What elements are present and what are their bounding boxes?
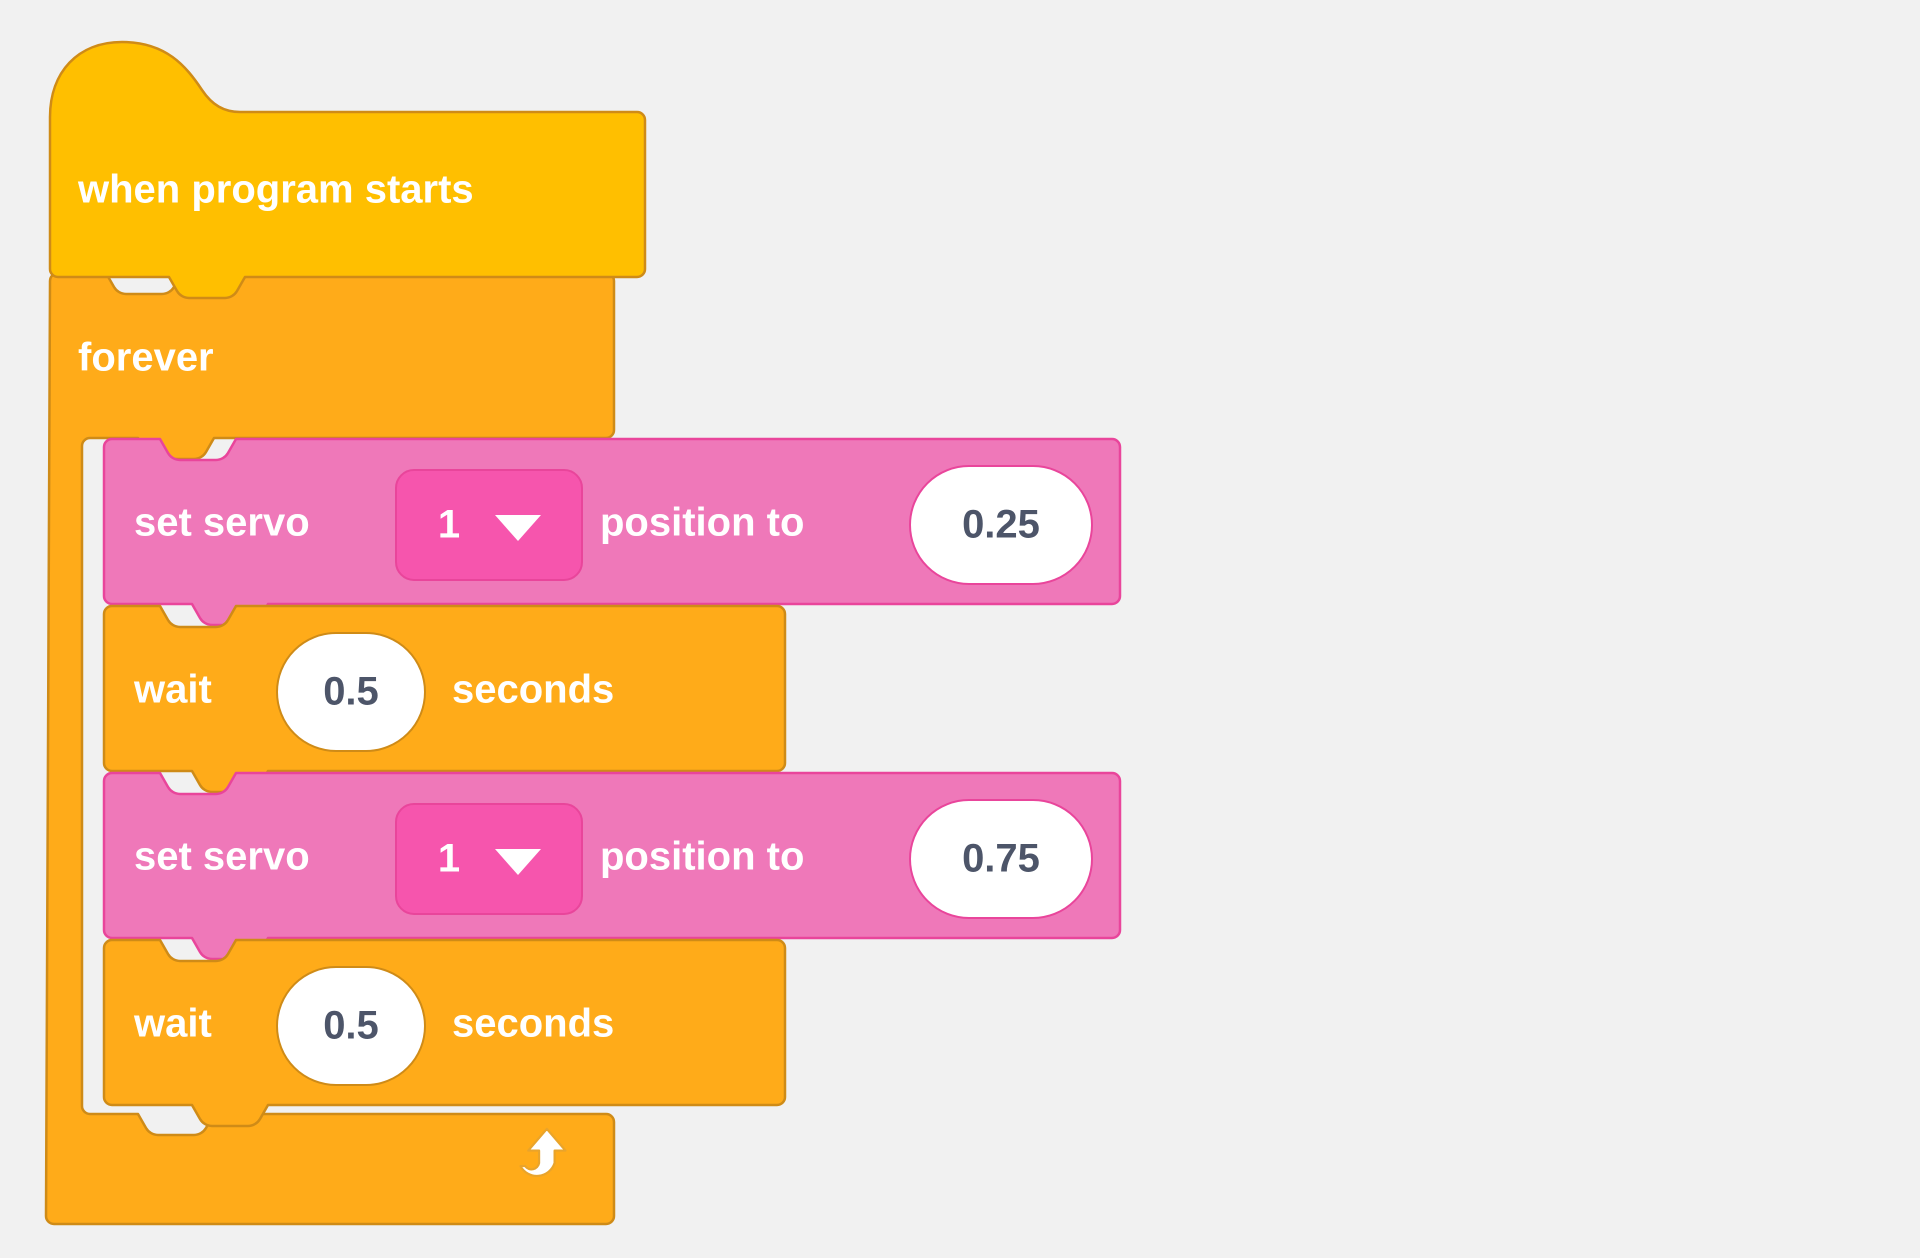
wait-seconds-input-value-1: 0.5 bbox=[323, 670, 379, 714]
seconds-label-1: seconds bbox=[452, 668, 614, 712]
wait-seconds-input-1[interactable]: 0.5 bbox=[276, 632, 426, 752]
block-set-servo-position-1[interactable]: set servo 1 position to 0.25 bbox=[102, 437, 1122, 627]
servo-position-input-value-2: 0.75 bbox=[962, 837, 1040, 881]
position-to-label-2: position to bbox=[600, 835, 804, 879]
servo-position-input-value-1: 0.25 bbox=[962, 503, 1040, 547]
servo-port-dropdown-2[interactable]: 1 bbox=[395, 803, 583, 915]
servo-port-dropdown-bg-2[interactable] bbox=[395, 803, 583, 915]
block-script-svg: forever when program starts set servo 1 … bbox=[44, 40, 1122, 1226]
block-when-program-starts[interactable]: when program starts bbox=[48, 40, 647, 300]
forever-label: forever bbox=[78, 336, 214, 380]
when-program-starts-label: when program starts bbox=[77, 168, 474, 212]
wait-seconds-input-value-2: 0.5 bbox=[323, 1004, 379, 1048]
servo-position-input-2[interactable]: 0.75 bbox=[909, 799, 1093, 919]
servo-position-input-1[interactable]: 0.25 bbox=[909, 465, 1093, 585]
block-wait-seconds-1[interactable]: wait 0.5 seconds bbox=[102, 604, 787, 794]
servo-port-dropdown-1[interactable]: 1 bbox=[395, 469, 583, 581]
wait-seconds-input-2[interactable]: 0.5 bbox=[276, 966, 426, 1086]
workspace-canvas[interactable]: forever when program starts set servo 1 … bbox=[0, 0, 1920, 1258]
servo-port-dropdown-value-2: 1 bbox=[438, 837, 460, 881]
seconds-label-2: seconds bbox=[452, 1002, 614, 1046]
wait-label-2: wait bbox=[133, 1002, 212, 1046]
set-servo-label-2: set servo bbox=[134, 835, 310, 879]
servo-port-dropdown-value-1: 1 bbox=[438, 503, 460, 547]
position-to-label-1: position to bbox=[600, 501, 804, 545]
block-wait-seconds-2[interactable]: wait 0.5 seconds bbox=[102, 938, 787, 1128]
set-servo-label-1: set servo bbox=[134, 501, 310, 545]
wait-label-1: wait bbox=[133, 668, 212, 712]
servo-port-dropdown-bg-1[interactable] bbox=[395, 469, 583, 581]
block-set-servo-position-2[interactable]: set servo 1 position to 0.75 bbox=[102, 771, 1122, 961]
